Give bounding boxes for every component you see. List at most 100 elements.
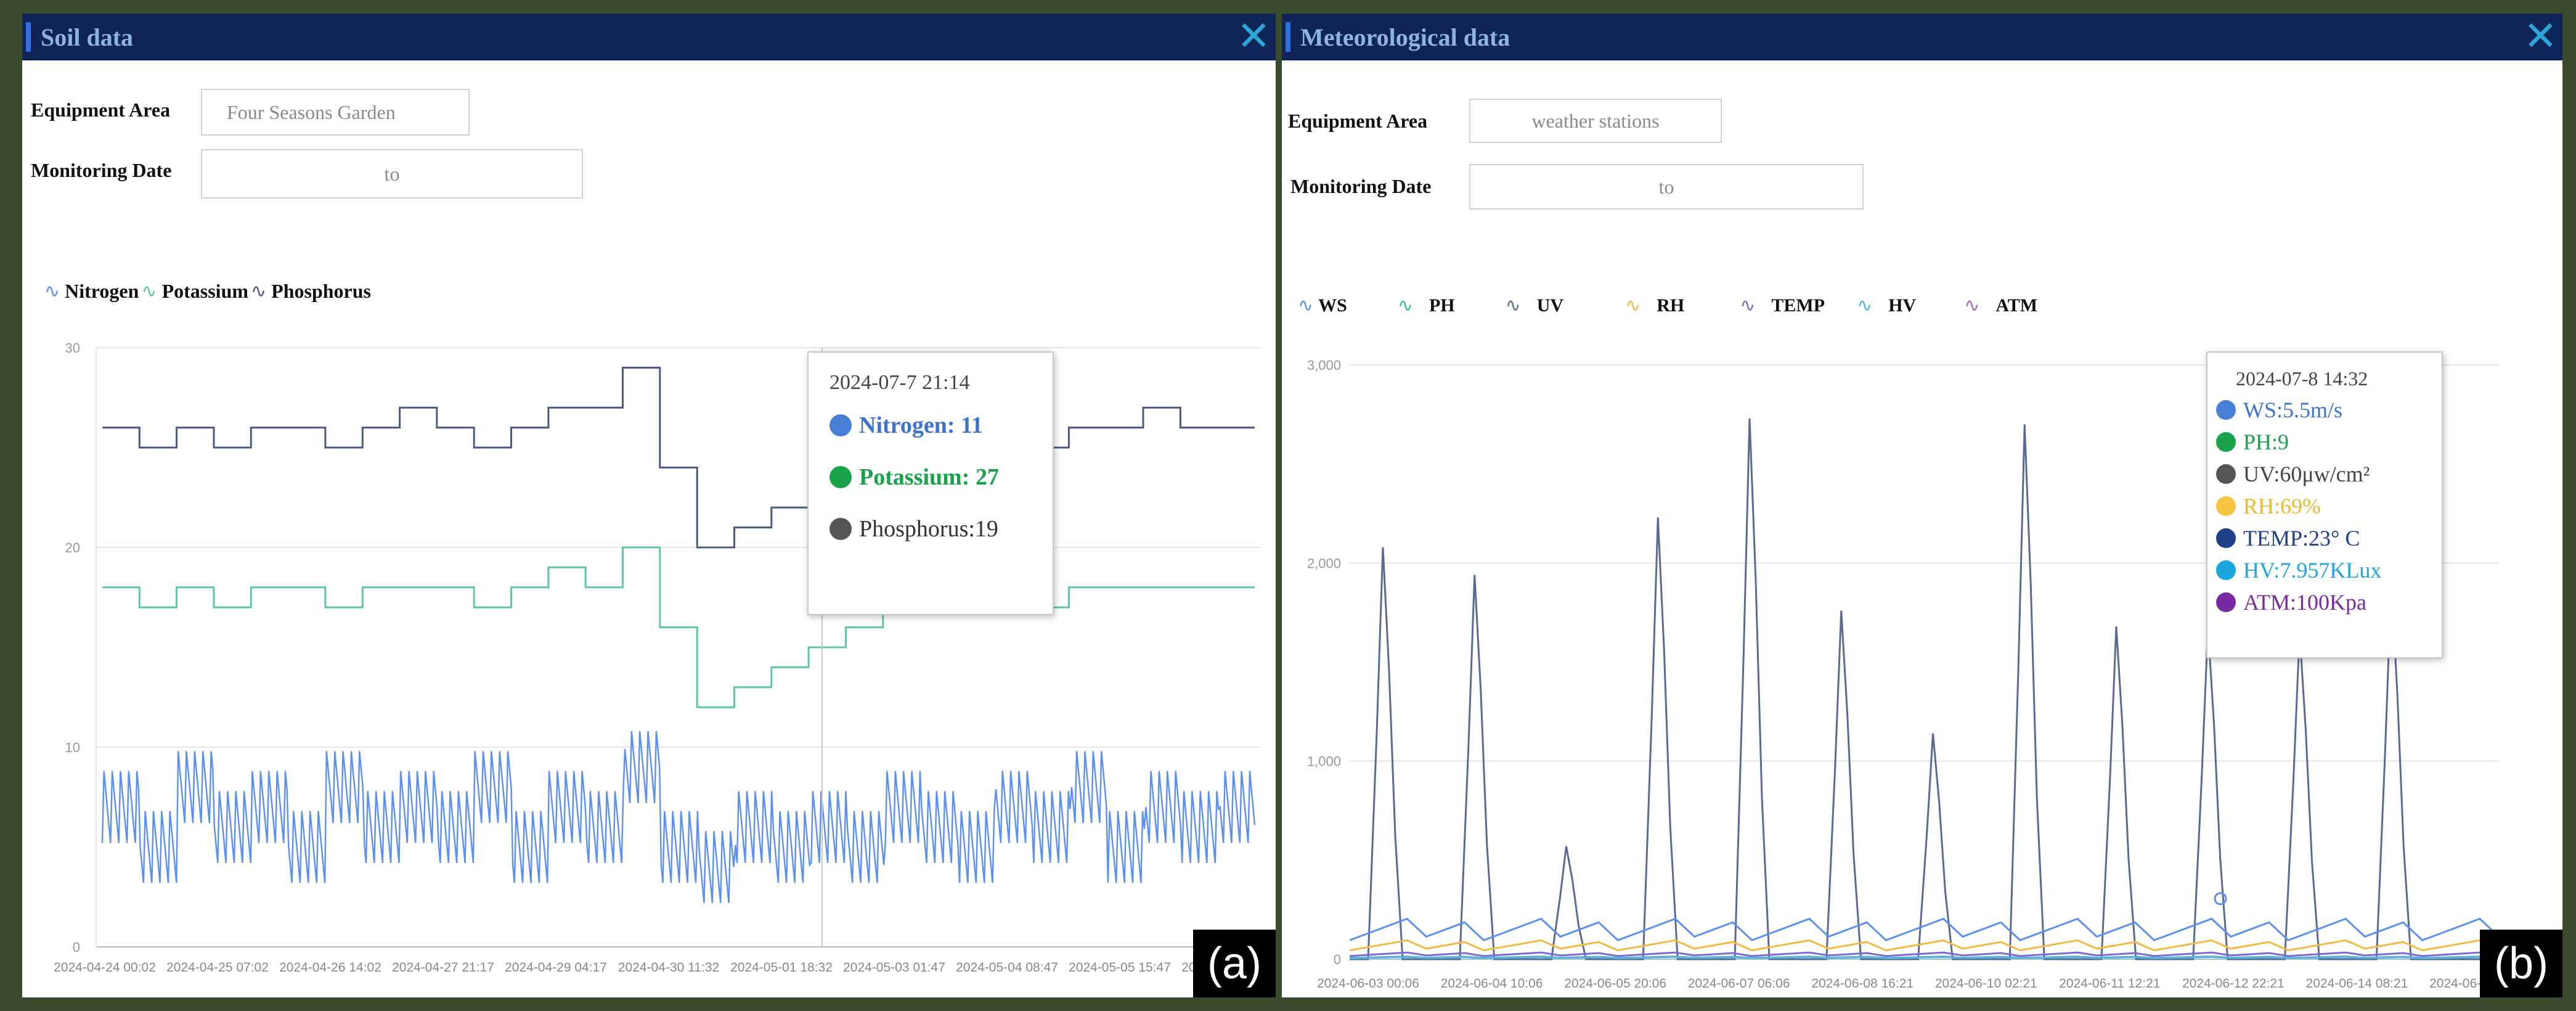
atm-dot-icon <box>2216 592 2236 612</box>
close-icon[interactable]: ✕ <box>1237 15 1271 58</box>
x-tick-label: 2024-06-05 20:06 <box>1564 976 1666 991</box>
x-tick-label: 2024-05-05 15:47 <box>1069 960 1171 975</box>
legend-label: UV <box>1536 295 1564 316</box>
panel-title: Soil data <box>41 23 134 51</box>
series-line-ws <box>1349 917 2500 941</box>
monitoring-date-label: Monitoring Date <box>1290 175 1432 197</box>
legend-item-ph[interactable]: ∿ PH <box>1398 295 1455 316</box>
legend-line-icon: ∿ <box>1505 295 1521 316</box>
legend-item-nitrogen[interactable]: ∿ Nitrogen <box>44 280 139 303</box>
title-accent <box>1286 22 1290 52</box>
x-tick-label: 2024-06-03 00:06 <box>1317 976 1419 991</box>
legend-item-phosphorus[interactable]: ∿ Phosphorus <box>248 280 371 303</box>
y-tick-label: 0 <box>73 939 80 955</box>
legend-line-icon: ∿ <box>1397 295 1413 316</box>
x-tick-label: 2024-06-10 02:21 <box>1935 976 2037 991</box>
x-tick-label: 2024-06-07 06:06 <box>1688 976 1790 991</box>
tooltip-value: UV:60μw/cm² <box>2243 462 2370 486</box>
legend-line-icon: ∿ <box>1857 295 1873 316</box>
x-tick-label: 2024-05-01 18:32 <box>730 960 833 975</box>
x-tick-label: 2024-04-29 04:17 <box>505 960 607 975</box>
legend-label: WS <box>1318 295 1347 316</box>
tooltip-row-nitrogen: Nitrogen: 11 <box>829 399 1053 451</box>
legend-label: RH <box>1657 295 1685 316</box>
panel-titlebar: Meteorological data ✕ <box>1282 14 2562 60</box>
tooltip-row-uv: UV:60μw/cm² <box>2216 458 2442 490</box>
tooltip-row-atm: ATM:100Kpa <box>2216 586 2442 618</box>
tooltip-row-temp: TEMP:23° C <box>2216 522 2442 554</box>
ws-dot-icon <box>2216 400 2236 420</box>
ph-dot-icon <box>2216 432 2236 452</box>
x-tick-label: 2024-06-04 10:06 <box>1441 976 1543 991</box>
title-accent <box>26 22 31 52</box>
monitoring-date-input[interactable]: to <box>201 149 583 199</box>
tooltip-value: Nitrogen: 11 <box>859 412 983 438</box>
hv-dot-icon <box>2216 560 2236 580</box>
legend-label: PH <box>1429 295 1455 316</box>
x-tick-label: 2024-06-14 08:21 <box>2306 976 2408 991</box>
x-tick-label: 2024-05-03 01:47 <box>843 960 945 975</box>
soil-line-chart: 0 10 20 30 2024-04-24 00:02 2024-04-25 07:02 2… <box>54 340 1276 975</box>
tooltip-value: TEMP:23° C <box>2243 526 2360 551</box>
uv-dot-icon <box>2216 464 2236 484</box>
tooltip-value: WS:5.5m/s <box>2243 398 2343 422</box>
y-tick-label: 3,000 <box>1307 358 1341 373</box>
equipment-area-label: Equipment Area <box>31 99 171 121</box>
temp-dot-icon <box>2216 528 2236 548</box>
y-tick-label: 30 <box>65 340 80 356</box>
tooltip-value: ATM:100Kpa <box>2243 590 2366 615</box>
legend-item-rh[interactable]: ∿ RH <box>1625 295 1684 316</box>
monitoring-date-label: Monitoring Date <box>31 159 172 181</box>
panel-title: Meteorological data <box>1300 23 1510 51</box>
data-tooltip: 2024-07-8 14:32 WS:5.5m/s PH:9 UV:60μw/c… <box>2206 351 2443 658</box>
legend-line-icon: ∿ <box>251 280 267 302</box>
equipment-area-label: Equipment Area <box>1288 110 1428 132</box>
legend-item-hv[interactable]: ∿ HV <box>1857 295 1916 316</box>
x-tick-label: 2024-06-08 16:21 <box>1811 976 1914 991</box>
legend-item-uv[interactable]: ∿ UV <box>1506 295 1563 316</box>
phosphorus-dot-icon <box>829 518 852 540</box>
tooltip-value: HV:7.957KLux <box>2243 558 2382 583</box>
tooltip-value: RH:69% <box>2243 494 2321 518</box>
potassium-dot-icon <box>829 466 852 488</box>
tooltip-value: Phosphorus:19 <box>859 516 998 542</box>
tooltip-value: Potassium: 27 <box>859 464 999 490</box>
equipment-area-input[interactable]: Four Seasons Garden <box>201 89 470 136</box>
y-tick-label: 0 <box>1334 952 1341 967</box>
equipment-area-input[interactable]: weather stations <box>1469 99 1722 143</box>
series-line-nitrogen <box>101 731 1256 903</box>
x-tick-label: 2024-04-27 21:17 <box>392 960 494 975</box>
y-tick-label: 10 <box>65 740 80 755</box>
legend-label: HV <box>1888 295 1917 316</box>
legend-item-ws[interactable]: ∿ WS <box>1298 295 1347 316</box>
legend-line-icon: ∿ <box>1298 295 1314 316</box>
legend-line-icon: ∿ <box>1740 295 1756 316</box>
rh-dot-icon <box>2216 496 2236 516</box>
x-tick-label: 2024-06-11 12:21 <box>2059 976 2160 991</box>
legend-line-icon: ∿ <box>1625 295 1641 316</box>
series-line-temp <box>1349 951 2500 957</box>
legend-line-icon: ∿ <box>44 280 60 302</box>
panel-titlebar: Soil data ✕ <box>22 14 1276 60</box>
legend-line-icon: ∿ <box>1964 295 1980 316</box>
close-icon[interactable]: ✕ <box>2524 15 2558 58</box>
tooltip-row-hv: HV:7.957KLux <box>2216 554 2442 586</box>
legend-item-atm[interactable]: ∿ ATM <box>1964 295 2037 316</box>
series-line-phosphorus <box>102 366 1255 549</box>
nitrogen-dot-icon <box>829 414 852 436</box>
legend-item-temp[interactable]: ∿ TEMP <box>1740 295 1825 316</box>
legend-label: ATM <box>1995 295 2038 316</box>
tooltip-row-phosphorus: Phosphorus:19 <box>829 503 1053 555</box>
series-line-potassium <box>102 546 1255 708</box>
chart-legend: ∿ WS ∿ PH ∿ UV ∿ RH ∿ TEMP ∿ HV ∿ ATM <box>1298 295 2037 316</box>
tooltip-row-potassium: Potassium: 27 <box>829 451 1053 503</box>
x-tick-label: 2024-05-04 08:47 <box>956 960 1058 975</box>
y-tick-label: 2,000 <box>1307 555 1341 571</box>
legend-item-potassium[interactable]: ∿ Potassium <box>139 280 248 303</box>
panel-label-badge: (b) <box>2480 930 2562 997</box>
tooltip-row-ws: WS:5.5m/s <box>2216 394 2442 426</box>
meteorological-data-panel: Meteorological data ✕ Equipment Area wea… <box>1282 14 2562 997</box>
tooltip-row-rh: RH:69% <box>2216 490 2442 522</box>
monitoring-date-input[interactable]: to <box>1469 164 1864 210</box>
legend-label: TEMP <box>1771 295 1825 316</box>
